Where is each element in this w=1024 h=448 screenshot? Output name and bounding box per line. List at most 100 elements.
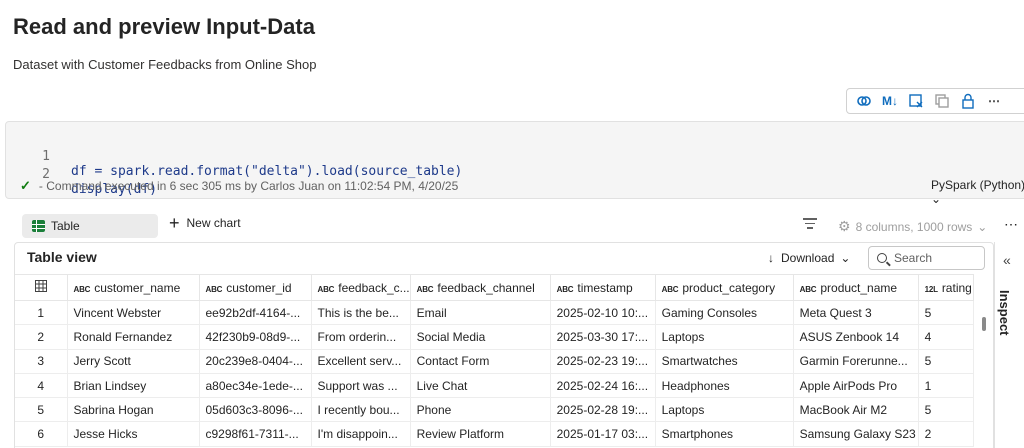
- table-cell[interactable]: 2025-01-17 03:...: [550, 421, 656, 447]
- page-subtitle: Dataset with Customer Feedbacks from Onl…: [13, 57, 317, 72]
- new-chart-button[interactable]: + New chart: [169, 213, 241, 233]
- table-cell[interactable]: I recently bou...: [311, 397, 411, 423]
- output-toolbar: Table + New chart ⚙ 8 columns, 1000 rows…: [14, 210, 1024, 242]
- column-header[interactable]: ABC feedback_channel: [410, 274, 551, 301]
- column-header[interactable]: 12L rating: [918, 274, 974, 301]
- table-cell[interactable]: Laptops: [655, 397, 794, 423]
- table-cell[interactable]: 20c239e8-0404-...: [199, 349, 312, 374]
- type-badge: ABC: [799, 284, 817, 294]
- table-cell[interactable]: Smartwatches: [655, 349, 794, 374]
- table-cell[interactable]: Excellent serv...: [311, 349, 411, 374]
- table-cell[interactable]: 5: [918, 300, 974, 326]
- table-cell[interactable]: MacBook Air M2: [793, 397, 919, 423]
- table-cell[interactable]: 2025-02-24 16:...: [550, 373, 656, 399]
- copilot-icon[interactable]: [851, 90, 877, 112]
- code-text[interactable]: df = spark.read.format("delta").load(sou…: [71, 164, 462, 179]
- table-cell[interactable]: 42f230b9-08d9-...: [199, 324, 312, 350]
- table-cell[interactable]: Phone: [410, 397, 551, 423]
- vertical-scrollbar[interactable]: [982, 317, 986, 331]
- table-cell[interactable]: Jesse Hicks: [67, 421, 200, 447]
- search-input[interactable]: Search: [868, 246, 985, 270]
- more-icon[interactable]: ⋯: [981, 90, 1007, 112]
- table-cell[interactable]: 2025-02-10 10:...: [550, 300, 656, 326]
- code-cell[interactable]: 1 df = spark.read.format("delta").load(s…: [5, 121, 1024, 206]
- code-line[interactable]: 2 display(df): [6, 152, 157, 197]
- table-cell[interactable]: Ronald Fernandez: [67, 324, 200, 350]
- column-header[interactable]: ABC feedback_c...: [311, 274, 411, 301]
- table-row[interactable]: 4 Brian Lindsey a80ec34e-1ede-... Support w…: [15, 373, 974, 399]
- markdown-icon[interactable]: M↓: [877, 90, 903, 112]
- row-index: 5: [15, 397, 68, 423]
- table-cell[interactable]: 2: [918, 421, 974, 447]
- column-header[interactable]: ABC customer_name: [67, 274, 200, 301]
- type-badge: ABC: [73, 284, 91, 294]
- table-row[interactable]: 5 Sabrina Hogan 05d603c3-8096-... I recentl…: [15, 397, 974, 423]
- table-cell[interactable]: Jerry Scott: [67, 349, 200, 374]
- line-number: 1: [42, 149, 50, 164]
- new-chart-label: New chart: [186, 216, 241, 230]
- download-label: Download: [781, 251, 835, 265]
- table-cell[interactable]: ee92b2df-4164-...: [199, 300, 312, 326]
- table-cell[interactable]: This is the be...: [311, 300, 411, 326]
- tab-table[interactable]: Table: [22, 214, 158, 238]
- freeze-icon[interactable]: [903, 90, 929, 112]
- table-cell[interactable]: Gaming Consoles: [655, 300, 794, 326]
- column-info-text: 8 columns, 1000 rows: [855, 219, 973, 234]
- table-cell[interactable]: Apple AirPods Pro: [793, 373, 919, 399]
- table-cell[interactable]: 4: [918, 324, 974, 350]
- table-row[interactable]: 1 Vincent Webster ee92b2df-4164-... This is…: [15, 300, 974, 326]
- column-header[interactable]: ABC customer_id: [199, 274, 312, 301]
- inspect-panel: « Inspect: [994, 242, 1024, 448]
- table-cell[interactable]: 2025-02-28 19:...: [550, 397, 656, 423]
- table-cell[interactable]: I'm disappoin...: [311, 421, 411, 447]
- table-row[interactable]: 2 Ronald Fernandez 42f230b9-08d9-... From o…: [15, 324, 974, 350]
- table-cell[interactable]: Smartphones: [655, 421, 794, 447]
- more-options-icon[interactable]: ⋯: [1004, 216, 1019, 233]
- table-cell[interactable]: Review Platform: [410, 421, 551, 447]
- table-cell[interactable]: 5: [918, 349, 974, 374]
- table-cell[interactable]: Meta Quest 3: [793, 300, 919, 326]
- table-cell[interactable]: ASUS Zenbook 14: [793, 324, 919, 350]
- table-cell[interactable]: Laptops: [655, 324, 794, 350]
- table-cell[interactable]: Email: [410, 300, 551, 326]
- chevron-down-icon: ⌄: [931, 192, 942, 206]
- filter-icon[interactable]: [803, 218, 817, 232]
- table-row[interactable]: 3 Jerry Scott 20c239e8-0404-... Excellent s…: [15, 349, 974, 374]
- select-all-grid-icon[interactable]: [15, 274, 68, 301]
- cell-toolbar: M↓ ⋯: [846, 88, 1024, 114]
- table-cell[interactable]: 1: [918, 373, 974, 399]
- copy-icon[interactable]: [929, 90, 955, 112]
- type-badge: ABC: [556, 284, 574, 294]
- collapse-chevron-icon[interactable]: «: [1003, 252, 1011, 268]
- column-settings[interactable]: ⚙ 8 columns, 1000 rows ⌄: [838, 218, 987, 235]
- table-cell[interactable]: Vincent Webster: [67, 300, 200, 326]
- inspect-label[interactable]: Inspect: [997, 290, 1012, 336]
- table-cell[interactable]: Sabrina Hogan: [67, 397, 200, 423]
- table-cell[interactable]: Social Media: [410, 324, 551, 350]
- table-cell[interactable]: Live Chat: [410, 373, 551, 399]
- table-cell[interactable]: Garmin Forerunne...: [793, 349, 919, 374]
- table-cell[interactable]: Samsung Galaxy S23: [793, 421, 919, 447]
- table-cell[interactable]: From orderin...: [311, 324, 411, 350]
- table-cell[interactable]: Contact Form: [410, 349, 551, 374]
- column-name: feedback_c...: [338, 280, 410, 295]
- table-cell[interactable]: 2025-02-23 19:...: [550, 349, 656, 374]
- table-cell[interactable]: Support was ...: [311, 373, 411, 399]
- row-index: 6: [15, 421, 68, 447]
- plus-icon: +: [169, 213, 180, 233]
- table-cell[interactable]: Headphones: [655, 373, 794, 399]
- column-header[interactable]: ABC product_category: [655, 274, 794, 301]
- lock-icon[interactable]: [955, 90, 981, 112]
- column-header[interactable]: ABC product_name: [793, 274, 919, 301]
- table-cell[interactable]: Brian Lindsey: [67, 373, 200, 399]
- table-cell[interactable]: 2025-03-30 17:...: [550, 324, 656, 350]
- code-line[interactable]: 1 df = spark.read.format("delta").load(s…: [6, 134, 462, 179]
- table-cell[interactable]: 5: [918, 397, 974, 423]
- table-cell[interactable]: 05d603c3-8096-...: [199, 397, 312, 423]
- language-selector[interactable]: PySpark (Python) ⌄: [931, 178, 1024, 206]
- table-cell[interactable]: a80ec34e-1ede-...: [199, 373, 312, 399]
- download-button[interactable]: ↓ Download ⌄: [768, 251, 850, 265]
- table-row[interactable]: 6 Jesse Hicks c9298f61-7311-... I'm disappo…: [15, 421, 974, 447]
- table-cell[interactable]: c9298f61-7311-...: [199, 421, 312, 447]
- column-header[interactable]: ABC timestamp: [550, 274, 656, 301]
